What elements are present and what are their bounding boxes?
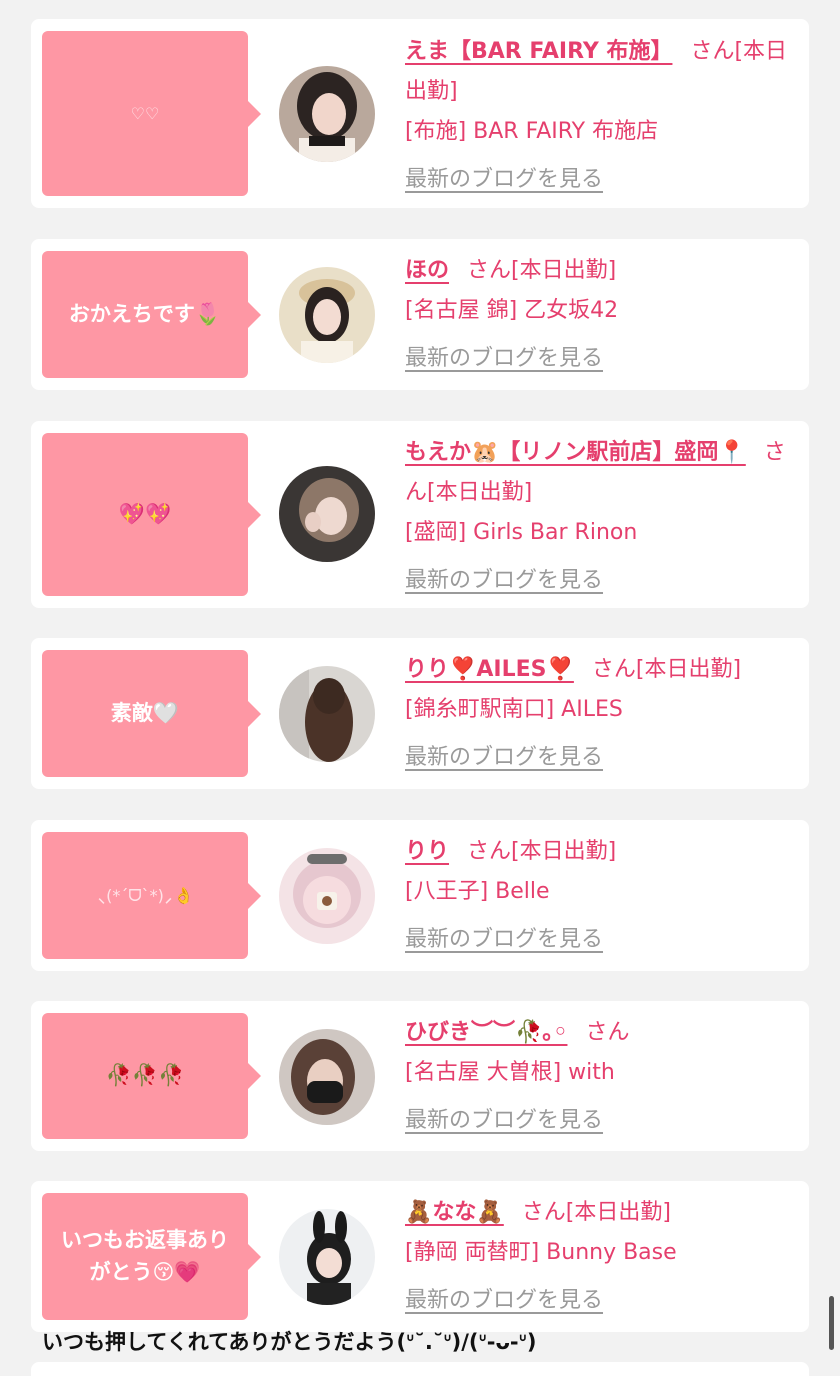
shop-name: [八王子] Belle xyxy=(405,879,550,904)
avatar[interactable] xyxy=(279,1209,375,1305)
name-line: もえか🐹【リノン駅前店】盛岡📍 さん[本日出勤] xyxy=(405,433,797,513)
girl-name-link[interactable]: りり❣️AILES❣️ xyxy=(405,657,574,682)
post-card: 素敵🤍 りり❣️AILES❣️ さん[本日出勤] [錦糸町駅南口] AILES 最… xyxy=(31,638,809,789)
name-line: 🧸なな🧸 さん[本日出勤] xyxy=(405,1193,797,1233)
comment-bubble: ⸜(*ˊᗜˋ*)⸝👌 xyxy=(42,832,261,959)
shop-name: [錦糸町駅南口] AILES xyxy=(405,697,623,722)
avatar-photo-icon xyxy=(279,666,375,762)
girl-name-link[interactable]: もえか🐹【リノン駅前店】盛岡📍 xyxy=(405,440,746,465)
name-line: りり❣️AILES❣️ さん[本日出勤] xyxy=(405,650,797,690)
post-card: ⸜(*ˊᗜˋ*)⸝👌 りり さん[本日出勤] [八王子] Belle 最新のブログ… xyxy=(31,820,809,971)
shop-name: [静岡 両替町] Bunny Base xyxy=(405,1240,677,1265)
post-card: ♡♡ えま【BAR FAIRY 布施】 さん[本日出勤] [布施] BAR FAI… xyxy=(31,19,809,208)
post-card: 🥀🥀🥀 ひびき︶︶🥀｡◦ さん [名古屋 大曽根] with 最新のブログを見る xyxy=(31,1001,809,1151)
san-label: さん xyxy=(585,1020,630,1045)
avatar-photo-icon xyxy=(279,1209,375,1305)
blog-link[interactable]: 最新のブログを見る xyxy=(405,561,603,601)
san-label: さん[本日出勤] xyxy=(467,839,617,864)
avatar-photo-icon xyxy=(279,466,375,562)
san-label: さん[本日出勤] xyxy=(591,657,742,682)
avatar[interactable] xyxy=(279,466,375,562)
name-line: ほの さん[本日出勤] xyxy=(405,251,797,291)
post-info: 🧸なな🧸 さん[本日出勤] [静岡 両替町] Bunny Base 最新のブログを… xyxy=(405,1193,797,1321)
comment-bubble: 素敵🤍 xyxy=(42,650,261,777)
post-info: ひびき︶︶🥀｡◦ さん [名古屋 大曽根] with 最新のブログを見る xyxy=(405,1013,797,1141)
shop-name: [布施] BAR FAIRY 布施店 xyxy=(405,119,659,144)
post-info: もえか🐹【リノン駅前店】盛岡📍 さん[本日出勤] [盛岡] Girls Bar R… xyxy=(405,433,797,601)
avatar-photo-icon xyxy=(279,66,375,162)
blog-link[interactable]: 最新のブログを見る xyxy=(405,1101,603,1141)
girl-name-link[interactable]: りり xyxy=(405,839,449,864)
blog-link[interactable]: 最新のブログを見る xyxy=(405,160,603,200)
post-info: ほの さん[本日出勤] [名古屋 錦] 乙女坂42 最新のブログを見る xyxy=(405,251,797,379)
blog-link[interactable]: 最新のブログを見る xyxy=(405,738,603,778)
post-card: いつもお返事ありがとう😚💗 🧸なな🧸 さん[本日出勤] [静岡 両替町] Bunn… xyxy=(31,1181,809,1332)
avatar[interactable] xyxy=(279,1029,375,1125)
avatar-photo-icon xyxy=(279,1029,375,1125)
avatar[interactable] xyxy=(279,66,375,162)
post-info: りり❣️AILES❣️ さん[本日出勤] [錦糸町駅南口] AILES 最新のブロ… xyxy=(405,650,797,778)
avatar-photo-icon xyxy=(279,267,375,363)
comment-bubble: いつもお返事ありがとう😚💗 xyxy=(42,1193,261,1320)
name-line: ひびき︶︶🥀｡◦ さん xyxy=(405,1013,797,1053)
post-card: 💖💖 もえか🐹【リノン駅前店】盛岡📍 さん[本日出勤] [盛岡] Girls Ba… xyxy=(31,421,809,608)
blog-link[interactable]: 最新のブログを見る xyxy=(405,1281,603,1321)
post-info: りり さん[本日出勤] [八王子] Belle 最新のブログを見る xyxy=(405,832,797,960)
scrollbar[interactable] xyxy=(829,1296,834,1350)
post-info: えま【BAR FAIRY 布施】 さん[本日出勤] [布施] BAR FAIRY … xyxy=(405,32,797,200)
san-label: さん[本日出勤] xyxy=(467,258,617,283)
shop-name: [盛岡] Girls Bar Rinon xyxy=(405,520,638,545)
avatar-photo-icon xyxy=(279,848,375,944)
avatar[interactable] xyxy=(279,666,375,762)
girl-name-link[interactable]: えま【BAR FAIRY 布施】 xyxy=(405,39,672,64)
girl-name-link[interactable]: ひびき︶︶🥀｡◦ xyxy=(405,1020,567,1045)
next-post-card xyxy=(31,1362,809,1376)
blog-link[interactable]: 最新のブログを見る xyxy=(405,339,603,379)
name-line: えま【BAR FAIRY 布施】 さん[本日出勤] xyxy=(405,32,797,112)
blog-link[interactable]: 最新のブログを見る xyxy=(405,920,603,960)
shop-name: [名古屋 錦] 乙女坂42 xyxy=(405,298,619,323)
comment-bubble: おかえちです🌷 xyxy=(42,251,261,378)
post-card: おかえちです🌷 ほの さん[本日出勤] [名古屋 錦] 乙女坂42 最新のブログを… xyxy=(31,239,809,390)
comment-bubble: ♡♡ xyxy=(42,31,261,196)
name-line: りり さん[本日出勤] xyxy=(405,832,797,872)
comment-bubble: 🥀🥀🥀 xyxy=(42,1013,261,1139)
san-label: さん[本日出勤] xyxy=(521,1200,671,1225)
shop-name: [名古屋 大曽根] with xyxy=(405,1060,615,1085)
girl-name-link[interactable]: 🧸なな🧸 xyxy=(405,1200,504,1225)
avatar[interactable] xyxy=(279,848,375,944)
avatar[interactable] xyxy=(279,267,375,363)
next-comment: いつも押してくれてありがとうだよう(ᐡ˘.˘ᐡ)/(ᐡ-ᴗ-ᐡ) xyxy=(42,1330,537,1354)
comment-bubble: 💖💖 xyxy=(42,433,261,596)
girl-name-link[interactable]: ほの xyxy=(405,258,449,283)
